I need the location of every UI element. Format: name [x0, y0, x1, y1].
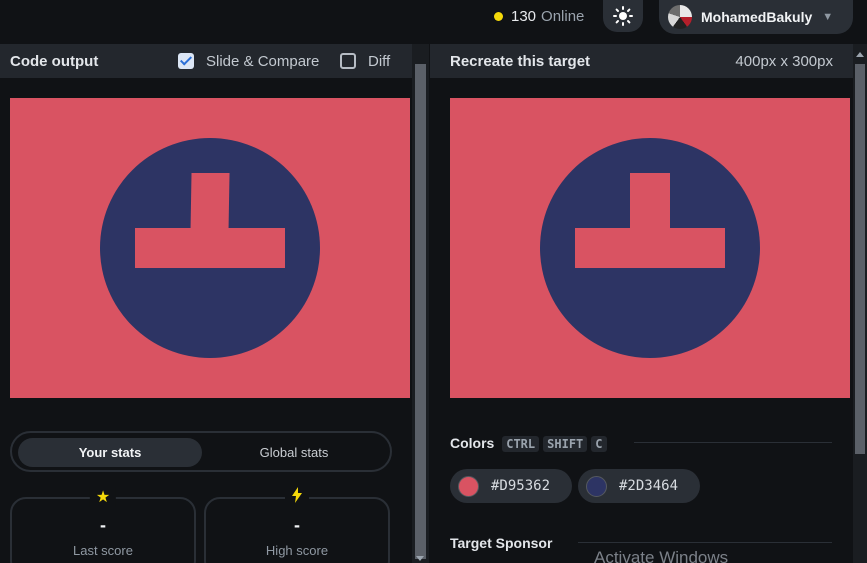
- online-count: 130: [511, 7, 537, 25]
- online-label: Online: [541, 7, 585, 25]
- stats-tabs: Your stats Global stats: [10, 431, 392, 472]
- target-title: Recreate this target: [450, 52, 591, 70]
- target-crossbar: [575, 228, 725, 268]
- scroll-down-arrow-icon[interactable]: [416, 556, 424, 561]
- high-score-card: - High score: [204, 487, 390, 563]
- target-canvas: [450, 98, 850, 398]
- avatar: [668, 5, 692, 29]
- sponsor-divider: [578, 542, 832, 543]
- slide-compare-label: Slide & Compare: [206, 52, 320, 70]
- right-scrollbar[interactable]: [853, 44, 867, 563]
- top-bar: 130 Online MohamedBakuly ▼: [0, 0, 867, 44]
- chevron-down-icon: ▼: [822, 11, 834, 23]
- last-score-card: ★ - Last score: [10, 487, 196, 563]
- color-dot-icon: [586, 475, 607, 497]
- slide-compare-checkbox[interactable]: [178, 53, 194, 69]
- online-dot-icon: [494, 11, 503, 21]
- target-stem: [630, 173, 670, 233]
- theme-toggle-button[interactable]: [603, 0, 643, 32]
- colors-title: Colors: [450, 435, 495, 451]
- diff-label: Diff: [368, 52, 391, 70]
- lightning-icon: [285, 487, 309, 508]
- last-score-value: -: [100, 515, 106, 535]
- user-menu[interactable]: MohamedBakuly ▼: [659, 0, 853, 34]
- shortcut-key: SHIFT: [543, 436, 588, 452]
- right-scrollbar-thumb[interactable]: [855, 64, 865, 454]
- target-dimensions: 400px x 300px: [735, 52, 833, 70]
- online-indicator: 130 Online: [494, 7, 584, 25]
- sun-icon: [613, 6, 633, 26]
- color-hex: #2D3464: [619, 478, 679, 494]
- left-scrollbar-thumb[interactable]: [415, 64, 426, 559]
- code-output-canvas[interactable]: [10, 98, 410, 398]
- color-dot-icon: [458, 475, 479, 497]
- scroll-up-arrow-icon[interactable]: [856, 52, 864, 57]
- code-output-title: Code output: [10, 52, 99, 70]
- left-scrollbar[interactable]: [412, 44, 429, 563]
- colors-section-title: Colors CTRL SHIFT C: [450, 435, 607, 452]
- last-score-label: Last score: [73, 543, 133, 558]
- tab-global-stats[interactable]: Global stats: [204, 438, 384, 467]
- slide-compare-toggle[interactable]: Slide & Compare: [178, 44, 319, 78]
- username: MohamedBakuly: [701, 9, 813, 25]
- diff-toggle[interactable]: Diff: [340, 44, 390, 78]
- sponsor-title: Target Sponsor: [450, 535, 553, 551]
- color-hex: #D95362: [491, 478, 551, 494]
- tab-your-stats[interactable]: Your stats: [18, 438, 202, 467]
- shortcut-key: C: [591, 436, 607, 452]
- target-header: Recreate this target 400px x 300px: [430, 44, 853, 78]
- activate-windows-watermark: Activate Windows: [594, 548, 729, 563]
- output-stem: [190, 173, 230, 233]
- code-output-header: Code output Slide & Compare Diff: [0, 44, 412, 78]
- diff-checkbox[interactable]: [340, 53, 356, 69]
- star-icon: ★: [89, 487, 117, 507]
- high-score-value: -: [294, 515, 300, 535]
- colors-divider: [634, 442, 832, 443]
- high-score-label: High score: [265, 543, 329, 558]
- color-swatch[interactable]: #D95362: [450, 469, 572, 503]
- color-swatch[interactable]: #2D3464: [578, 469, 700, 503]
- shortcut-key: CTRL: [502, 436, 540, 452]
- output-crossbar: [135, 228, 285, 268]
